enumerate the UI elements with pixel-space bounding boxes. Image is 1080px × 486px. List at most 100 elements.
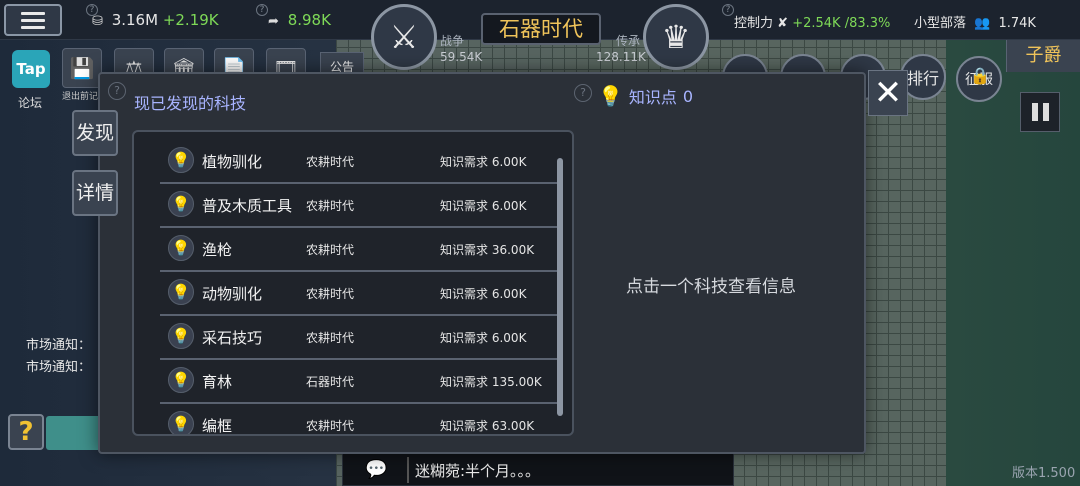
control-stat: 控制力 ✘ +2.54K /83.3% [734, 12, 890, 31]
tech-era: 农耕时代 [306, 243, 355, 257]
lightbulb-icon: 💡 [168, 235, 194, 261]
tech-requirement: 知识需求 36.00K [440, 241, 534, 258]
crossed-swords-icon[interactable]: ⚔ [371, 4, 437, 70]
noble-rank-title: 子爵 [1006, 40, 1080, 72]
tech-requirement: 知识需求 135.00K [440, 373, 542, 390]
control-label: 控制力 [734, 16, 774, 31]
req-value: 6.00K [491, 155, 527, 169]
chat-bubble-icon[interactable]: 💬 [365, 459, 387, 480]
tech-row[interactable]: 💡 育林 石器时代 知识需求 135.00K [160, 360, 558, 404]
tech-name: 渔枪 [202, 241, 233, 259]
knowledge-value: 0 [682, 86, 694, 106]
tech-requirement: 知识需求 6.00K [440, 285, 526, 302]
tribe-stat: 小型部落 👥 1.74K [914, 12, 1036, 31]
menu-button[interactable] [4, 4, 62, 36]
tech-era: 农耕时代 [306, 199, 355, 213]
tab-details[interactable]: 详情 [72, 170, 118, 216]
tab-discover[interactable]: 发现 [72, 110, 118, 156]
tech-era: 农耕时代 [306, 419, 355, 433]
swords-small-icon: ✘ [777, 16, 789, 31]
arrow-icon: ➦ [268, 14, 279, 29]
market-notice: 市场通知： [26, 360, 92, 375]
tech-name: 编框 [202, 417, 233, 435]
people-icon: 👥 [974, 16, 991, 31]
tech-row[interactable]: 💡 普及木质工具 农耕时代 知识需求 6.00K [160, 184, 558, 228]
tech-row[interactable]: 💡 渔枪 农耕时代 知识需求 36.00K [160, 228, 558, 272]
current-era: 石器时代 [481, 13, 601, 45]
coins-icon: ⛁ [92, 14, 103, 29]
tech-requirement: 知识需求 6.00K [440, 197, 526, 214]
knowledge-label: 知识点 [628, 88, 677, 107]
wood-value: 8.98K [287, 11, 331, 29]
tech-row[interactable]: 💡 动物驯化 农耕时代 知识需求 6.00K [160, 272, 558, 316]
tech-info-hint: 点击一个科技查看信息 [626, 277, 796, 297]
tech-name: 动物驯化 [202, 285, 263, 303]
lightbulb-icon: 💡 [168, 191, 194, 217]
lightbulb-icon: 💡 [168, 323, 194, 349]
lightbulb-icon: 💡 [168, 147, 194, 173]
tech-era: 农耕时代 [306, 331, 355, 345]
lightbulb-icon: 💡 [168, 367, 194, 393]
help-icon[interactable]: ? [574, 84, 592, 102]
control-delta: +2.54K [792, 16, 841, 31]
forum-label: 论坛 [18, 96, 43, 110]
tech-era: 农耕时代 [306, 287, 355, 301]
menu-line [21, 25, 45, 29]
food-delta: +2.19K [162, 11, 219, 29]
req-label: 知识需求 [440, 419, 489, 433]
req-value: 135.00K [491, 375, 542, 389]
pause-button[interactable] [1020, 92, 1060, 132]
tech-row[interactable]: 💡 采石技巧 农耕时代 知识需求 6.00K [160, 316, 558, 360]
food-value: 3.16M [111, 11, 159, 29]
chat-bar[interactable]: 💬 迷糊菀:半个月。。。 [342, 452, 734, 486]
pause-bar [1031, 103, 1038, 121]
close-icon[interactable]: ✕ [868, 70, 908, 116]
control-percent: /83.3% [844, 16, 891, 31]
req-label: 知识需求 [440, 331, 489, 345]
tech-name: 育林 [202, 373, 233, 391]
tech-row[interactable]: 💡 编框 农耕时代 知识需求 63.00K [160, 404, 558, 435]
req-label: 知识需求 [440, 155, 489, 169]
lightbulb-icon: 💡 [168, 411, 194, 434]
lightbulb-icon: 💡 [598, 84, 623, 108]
lock-icon: 🔒 [970, 66, 990, 85]
taptap-logo-button[interactable]: Tap [12, 50, 50, 88]
market-notice: 市场通知： [26, 338, 92, 353]
tech-requirement: 知识需求 6.00K [440, 329, 526, 346]
tech-name: 采石技巧 [202, 329, 263, 347]
lightbulb-icon: 💡 [168, 279, 194, 305]
req-label: 知识需求 [440, 243, 489, 257]
pause-bar [1042, 103, 1049, 121]
tech-name: 植物驯化 [202, 153, 263, 171]
help-icon[interactable]: ? [108, 82, 126, 100]
knowledge-points: 💡 知识点 0 [598, 84, 693, 108]
req-value: 63.00K [491, 419, 535, 433]
chat-divider [407, 457, 409, 483]
crown-icon[interactable]: ♛ [643, 4, 709, 70]
tech-era: 石器时代 [306, 375, 355, 389]
chat-message: 迷糊菀:半个月。。。 [415, 462, 541, 480]
help-icon[interactable]: ? [722, 4, 734, 16]
save-icon[interactable]: 💾 [62, 48, 102, 88]
req-value: 6.00K [491, 199, 527, 213]
menu-line [21, 18, 45, 22]
population-value: 1.74K [998, 16, 1036, 31]
tribe-label: 小型部落 [914, 16, 967, 31]
tech-requirement: 知识需求 63.00K [440, 417, 534, 434]
req-value: 36.00K [491, 243, 535, 257]
help-icon[interactable]: ? [256, 4, 268, 16]
tech-list[interactable]: 💡 植物驯化 农耕时代 知识需求 6.00K 💡 普及木质工具 农耕时代 知识需… [132, 130, 574, 436]
action-bar[interactable] [46, 416, 102, 450]
war-value: 59.54K [440, 50, 483, 64]
tech-row[interactable]: 💡 植物驯化 农耕时代 知识需求 6.00K [160, 140, 558, 184]
tech-discovered-dialog: ? 现已发现的科技 ? 💡 知识点 0 💡 植物驯化 农耕时代 知识需求 6.0… [98, 72, 866, 454]
req-label: 知识需求 [440, 375, 489, 389]
wood-stat: ➦ 8.98K [268, 11, 331, 29]
help-button[interactable]: ? [8, 414, 44, 450]
dialog-title: 现已发现的科技 [134, 94, 247, 113]
tech-name: 普及木质工具 [202, 197, 293, 215]
menu-line [21, 11, 45, 15]
req-label: 知识需求 [440, 199, 489, 213]
legacy-value: 128.11K [596, 50, 646, 64]
scrollbar[interactable] [557, 158, 563, 416]
